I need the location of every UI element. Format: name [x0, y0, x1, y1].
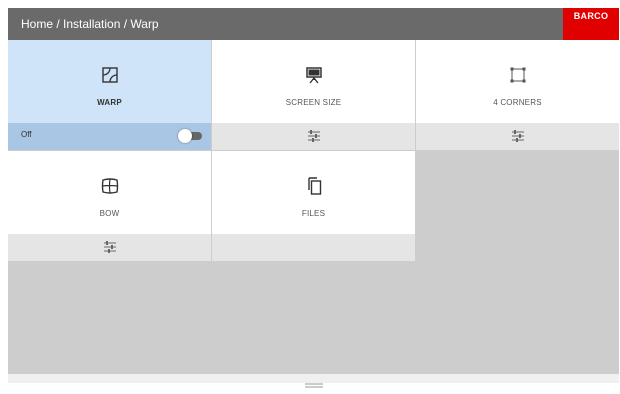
logo-text: BARCO — [573, 11, 609, 21]
tile-label: FILES — [301, 209, 326, 218]
settings-icon — [511, 129, 525, 143]
tile-label: WARP — [97, 98, 122, 107]
warp-toggle-bar: Off — [8, 123, 211, 150]
bow-settings-bar[interactable] — [8, 234, 211, 261]
breadcrumb: Home / Installation / Warp — [21, 17, 159, 31]
tile-label: SCREEN SIZE — [285, 98, 342, 107]
screen-icon — [305, 66, 323, 84]
barco-logo: BARCO — [563, 8, 619, 40]
bottom-drawer — [8, 374, 619, 388]
toggle-knob — [178, 129, 192, 143]
warp-icon — [101, 66, 119, 84]
files-bar — [212, 234, 415, 261]
toggle-state-label: Off — [21, 130, 32, 139]
drawer-handle-icon[interactable] — [305, 376, 323, 388]
corners-icon — [509, 66, 527, 84]
tile-screen-size[interactable]: SCREEN SIZE — [212, 40, 415, 123]
tile-files[interactable]: FILES — [212, 151, 415, 234]
tile-bow[interactable]: BOW — [8, 151, 211, 234]
tile-label: 4 CORNERS — [493, 98, 542, 107]
settings-icon — [103, 240, 117, 254]
screen-size-settings-bar[interactable] — [212, 123, 415, 150]
header-bar: Home / Installation / Warp BARCO — [8, 8, 619, 40]
tile-warp[interactable]: WARP — [8, 40, 211, 123]
warp-toggle-switch[interactable] — [178, 129, 202, 143]
4-corners-settings-bar[interactable] — [416, 123, 619, 150]
main-frame: Home / Installation / Warp BARCO WARP SC… — [8, 8, 619, 374]
settings-icon — [307, 129, 321, 143]
bow-icon — [101, 177, 119, 195]
tile-4-corners[interactable]: 4 CORNERS — [416, 40, 619, 123]
tile-label: BOW — [99, 209, 120, 218]
files-icon — [305, 177, 323, 195]
